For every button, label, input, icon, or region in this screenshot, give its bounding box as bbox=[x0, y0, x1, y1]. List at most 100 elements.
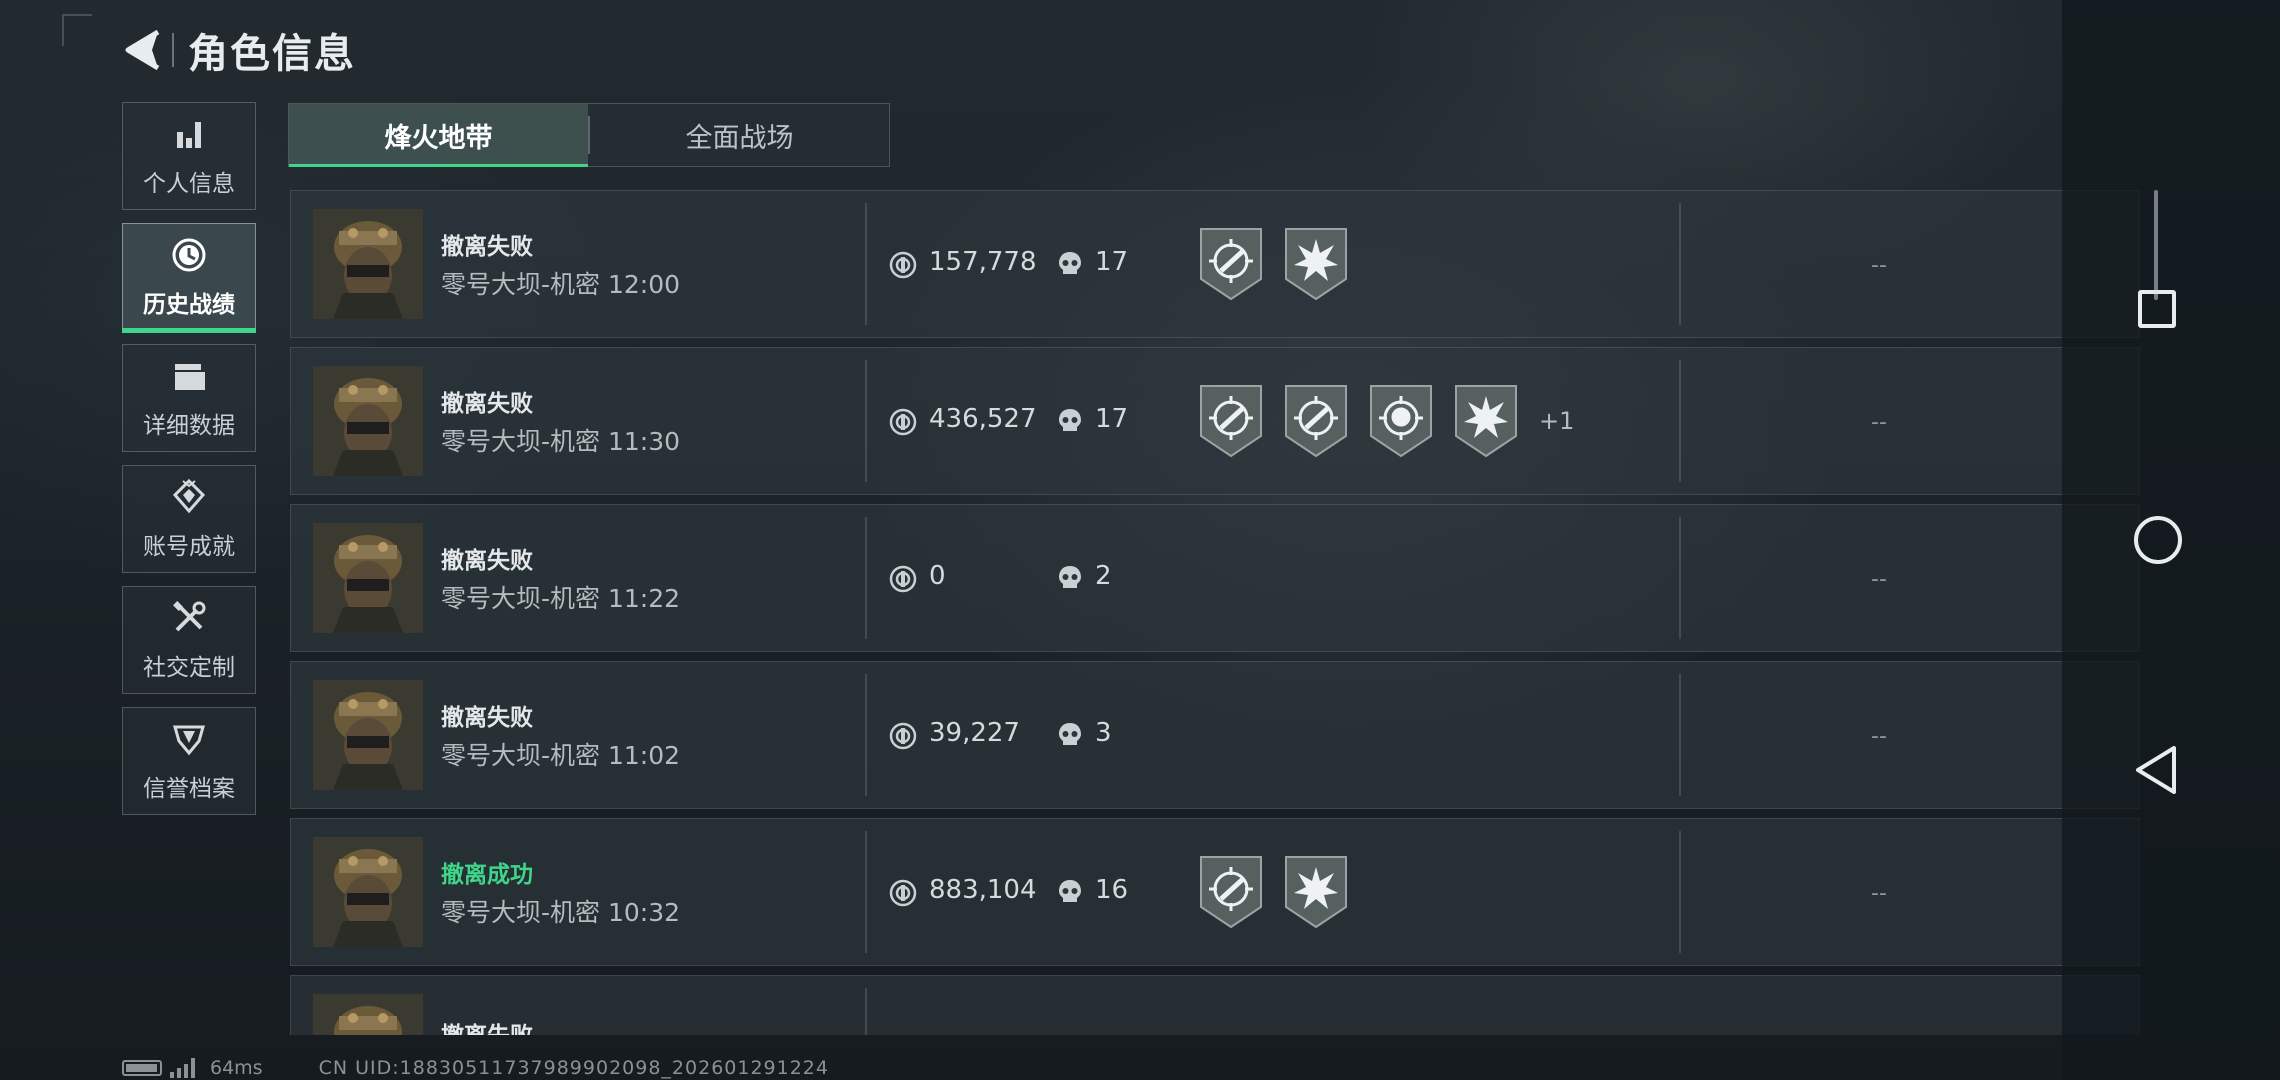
kill-count: 17 bbox=[1095, 404, 1129, 434]
column-divider bbox=[1679, 360, 1681, 482]
match-time: 11:22 bbox=[607, 584, 681, 613]
column-divider bbox=[865, 360, 867, 482]
column-divider bbox=[1679, 517, 1681, 639]
sidebar-item-label: 个人信息 bbox=[143, 171, 235, 197]
clock-icon bbox=[172, 238, 206, 272]
map-name: 零号大坝-机密 bbox=[441, 898, 601, 927]
target-badge-icon[interactable] bbox=[1199, 855, 1263, 929]
badge-list bbox=[1199, 855, 1369, 929]
signal-icon bbox=[170, 1058, 198, 1078]
home-button[interactable] bbox=[2122, 504, 2194, 576]
page-title: 角色信息 bbox=[188, 31, 356, 77]
skull-icon bbox=[1059, 880, 1081, 902]
system-nav-bar bbox=[2062, 0, 2280, 1080]
user-uid: CN UID:18830511737989902098_202601291224 bbox=[318, 1057, 829, 1079]
extracted-value: 0 bbox=[929, 561, 946, 591]
recent-apps-button[interactable] bbox=[2122, 274, 2194, 346]
sidebar-item-achievements[interactable]: 账号成就 bbox=[122, 465, 256, 573]
map-and-time: 零号大坝-机密 12:00 bbox=[441, 265, 680, 301]
sidebar-item-label: 信誉档案 bbox=[143, 776, 235, 802]
screen: 角色信息 个人信息 历史战绩 详细数据 账号成就 社交定制 信誉档案 烽火地带 … bbox=[0, 0, 2280, 1080]
match-row[interactable]: 撤离失败 零号大坝-机密 11:30 436,527 17 +1 -- bbox=[290, 347, 2140, 495]
match-row[interactable]: 撤离成功 零号大坝-机密 10:32 883,104 16 -- bbox=[290, 818, 2140, 966]
column-divider bbox=[1679, 831, 1681, 953]
sidebar-item-social[interactable]: 社交定制 bbox=[122, 586, 256, 694]
map-and-time: 零号大坝-机密 10:32 bbox=[441, 893, 680, 929]
match-result: -- bbox=[1871, 881, 1887, 906]
map-name: 零号大坝-机密 bbox=[441, 427, 601, 456]
kill-count: 2 bbox=[1095, 561, 1112, 591]
sidebar-item-details[interactable]: 详细数据 bbox=[122, 344, 256, 452]
operator-avatar bbox=[313, 366, 423, 476]
column-divider bbox=[865, 831, 867, 953]
match-row[interactable]: 撤离失败 零号大坝-机密 11:22 0 2 -- bbox=[290, 504, 2140, 652]
kill-count: 16 bbox=[1095, 875, 1129, 905]
header-divider bbox=[172, 33, 174, 67]
skull-icon bbox=[1059, 723, 1081, 745]
battery-icon bbox=[122, 1060, 162, 1076]
map-name: 零号大坝-机密 bbox=[441, 270, 601, 299]
column-divider bbox=[865, 674, 867, 796]
coin-icon bbox=[889, 879, 917, 907]
tab-warzone[interactable]: 烽火地带 bbox=[289, 104, 588, 167]
operator-avatar bbox=[313, 209, 423, 319]
target-badge-icon[interactable] bbox=[1199, 384, 1263, 458]
explosion-badge-icon[interactable] bbox=[1284, 855, 1348, 929]
status-footer: 64ms CN UID:18830511737989902098_2026012… bbox=[122, 1056, 829, 1080]
skull-icon bbox=[1059, 566, 1081, 588]
coin-icon bbox=[889, 565, 917, 593]
match-row[interactable]: 撤离失败 bbox=[290, 975, 2140, 1035]
coin-icon bbox=[889, 722, 917, 750]
system-back-button[interactable] bbox=[2122, 734, 2194, 806]
match-result: -- bbox=[1871, 253, 1887, 278]
coin-icon bbox=[889, 251, 917, 279]
map-and-time: 零号大坝-机密 11:30 bbox=[441, 422, 680, 458]
skull-icon bbox=[1059, 409, 1081, 431]
bar-chart-icon bbox=[177, 122, 201, 148]
extraction-status: 撤离失败 bbox=[441, 391, 533, 417]
back-arrow-icon bbox=[125, 29, 160, 71]
column-divider bbox=[865, 988, 867, 1035]
operator-avatar bbox=[313, 837, 423, 947]
match-result: -- bbox=[1871, 410, 1887, 435]
match-row[interactable]: 撤离失败 零号大坝-机密 11:02 39,227 3 -- bbox=[290, 661, 2140, 809]
sidebar-item-label: 历史战绩 bbox=[143, 292, 235, 318]
list-scrollbar[interactable] bbox=[2154, 190, 2158, 300]
operator-avatar bbox=[313, 523, 423, 633]
mode-tabs: 烽火地带 全面战场 bbox=[288, 103, 890, 167]
match-result: -- bbox=[1871, 567, 1887, 592]
extraction-status: 撤离失败 bbox=[441, 1016, 533, 1035]
kill-count: 3 bbox=[1095, 718, 1112, 748]
match-time: 10:32 bbox=[607, 898, 681, 927]
skull-target-badge-icon[interactable] bbox=[1369, 384, 1433, 458]
header: 角色信息 bbox=[120, 22, 356, 78]
match-row[interactable]: 撤离失败 零号大坝-机密 12:00 157,778 17 -- bbox=[290, 190, 2140, 338]
target-badge-icon[interactable] bbox=[1199, 227, 1263, 301]
extraction-status: 撤离失败 bbox=[441, 234, 533, 260]
match-time: 12:00 bbox=[607, 270, 681, 299]
explosion-badge-icon[interactable] bbox=[1284, 227, 1348, 301]
tab-battlefield[interactable]: 全面战场 bbox=[590, 104, 889, 166]
reputation-icon bbox=[173, 725, 205, 756]
sidebar-item-reputation[interactable]: 信誉档案 bbox=[122, 707, 256, 815]
sidebar-item-label: 账号成就 bbox=[143, 534, 235, 560]
sidebar-item-profile[interactable]: 个人信息 bbox=[122, 102, 256, 210]
triangle-back-icon bbox=[2136, 746, 2176, 794]
skull-icon bbox=[1059, 252, 1081, 274]
column-divider bbox=[1679, 674, 1681, 796]
achievement-icon bbox=[172, 478, 206, 514]
sidebar-item-label: 社交定制 bbox=[143, 655, 235, 681]
extraction-status: 撤离失败 bbox=[441, 705, 533, 731]
column-divider bbox=[1679, 203, 1681, 325]
explosion-badge-icon[interactable] bbox=[1454, 384, 1518, 458]
extracted-value: 157,778 bbox=[929, 247, 1037, 277]
extraction-status: 撤离失败 bbox=[441, 548, 533, 574]
badge-list bbox=[1199, 227, 1369, 301]
sidebar-item-history[interactable]: 历史战绩 bbox=[122, 223, 256, 333]
extracted-value: 436,527 bbox=[929, 404, 1037, 434]
back-button[interactable] bbox=[120, 22, 164, 78]
kill-count: 17 bbox=[1095, 247, 1129, 277]
extraction-status: 撤离成功 bbox=[441, 862, 533, 888]
sidebar: 个人信息 历史战绩 详细数据 账号成就 社交定制 信誉档案 bbox=[122, 102, 258, 828]
target-badge-icon[interactable] bbox=[1284, 384, 1348, 458]
